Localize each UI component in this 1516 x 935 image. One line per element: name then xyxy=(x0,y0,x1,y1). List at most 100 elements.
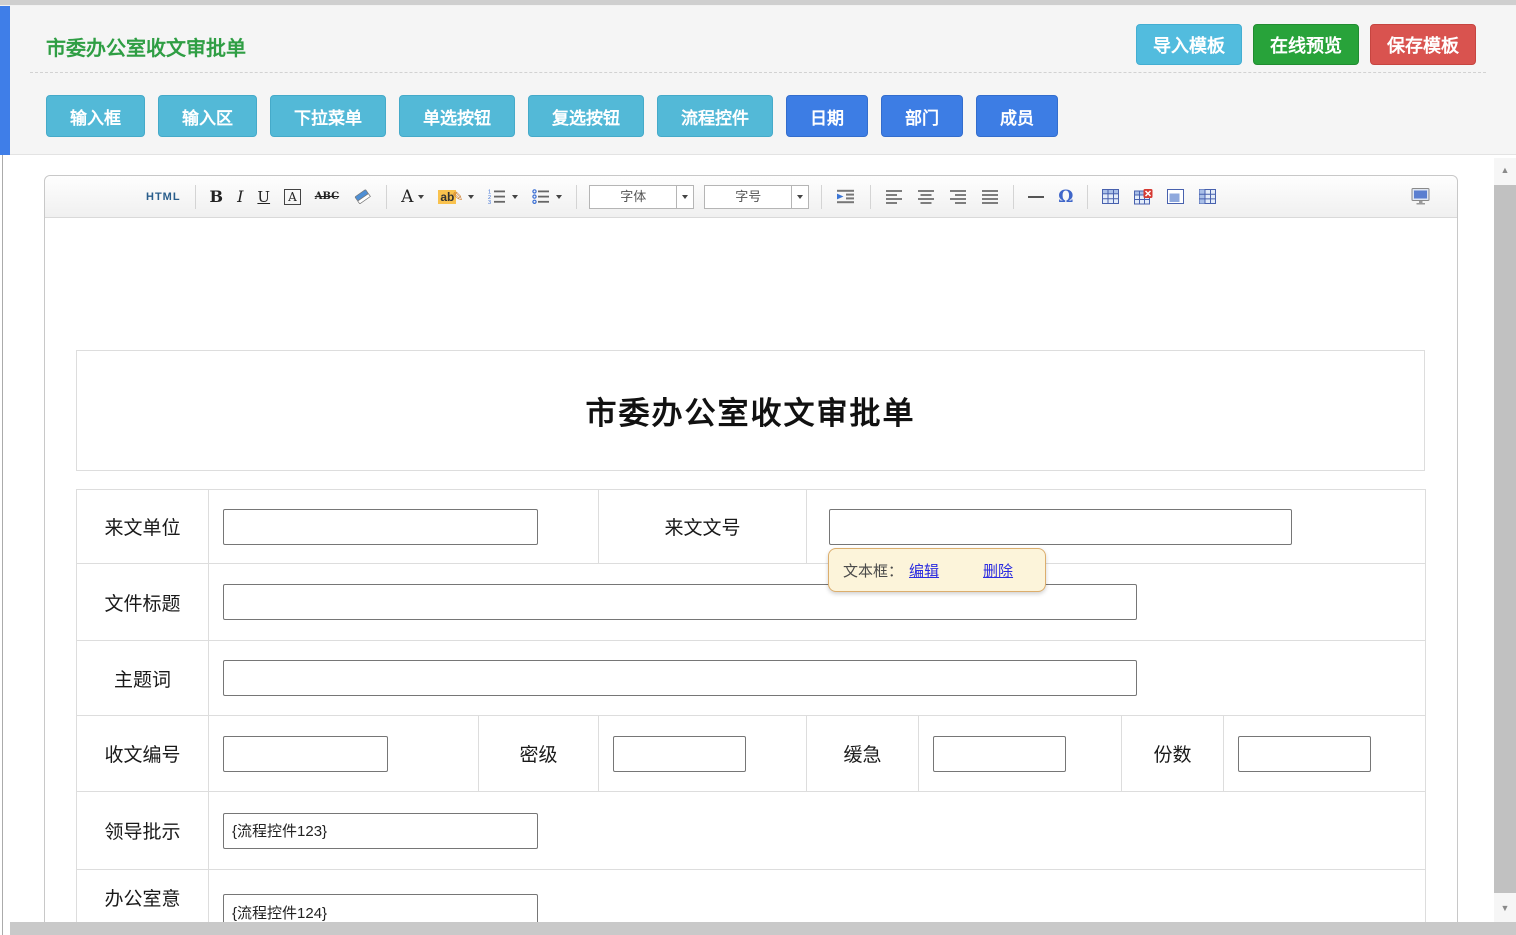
add-input-box-button[interactable]: 输入框 xyxy=(46,95,145,137)
doc-title-label: 文件标题 xyxy=(77,564,209,641)
leader-comment-label: 领导批示 xyxy=(77,792,209,870)
table-row: 办公室意 xyxy=(77,870,1426,923)
toolbar-separator xyxy=(195,185,196,209)
add-department-button[interactable]: 部门 xyxy=(881,95,963,137)
subject-input[interactable] xyxy=(223,660,1137,696)
char-border-button[interactable]: A xyxy=(280,183,305,211)
doc-number-input[interactable] xyxy=(829,509,1292,545)
monitor-icon xyxy=(1410,188,1432,205)
horizontal-rule-icon xyxy=(1028,196,1044,198)
special-char-button[interactable]: Ω xyxy=(1054,183,1077,211)
save-template-button[interactable]: 保存模板 xyxy=(1370,24,1476,65)
strikethrough-icon: ABC xyxy=(315,191,339,202)
import-template-button[interactable]: 导入模板 xyxy=(1136,24,1242,65)
add-date-button[interactable]: 日期 xyxy=(786,95,868,137)
copies-input[interactable] xyxy=(1238,736,1371,772)
bold-button[interactable]: B xyxy=(206,183,228,211)
toolbar-separator xyxy=(386,185,387,209)
edit-link[interactable]: 编辑 xyxy=(909,560,939,581)
header-actions: 导入模板 在线预览 保存模板 xyxy=(1136,24,1476,65)
add-textarea-button[interactable]: 输入区 xyxy=(158,95,257,137)
header-divider xyxy=(30,72,1486,73)
tooltip-label: 文本框： xyxy=(843,560,903,581)
add-dropdown-button[interactable]: 下拉菜单 xyxy=(270,95,386,137)
toolbar-separator xyxy=(576,185,577,209)
dropdown-arrow-icon xyxy=(512,195,518,199)
dropdown-arrow-icon xyxy=(468,195,474,199)
leader-comment-input[interactable] xyxy=(223,813,538,849)
delete-table-icon xyxy=(1134,189,1153,205)
urgency-label: 缓急 xyxy=(807,716,919,792)
underline-button[interactable]: U xyxy=(253,183,274,211)
align-left-button[interactable] xyxy=(881,183,907,211)
add-flow-control-button[interactable]: 流程控件 xyxy=(657,95,773,137)
font-size-arrow-button[interactable] xyxy=(791,186,808,208)
italic-button[interactable]: I xyxy=(233,183,247,211)
app-window: 市委办公室收文审批单 导入模板 在线预览 保存模板 输入框 输入区 下拉菜单 单… xyxy=(0,0,1516,935)
table-row: 主题词 xyxy=(77,641,1426,716)
align-right-button[interactable] xyxy=(945,183,971,211)
secrecy-label: 密级 xyxy=(479,716,599,792)
scroll-down-button[interactable]: ▼ xyxy=(1494,896,1516,920)
field-type-buttons: 输入框 输入区 下拉菜单 单选按钮 复选按钮 流程控件 日期 部门 成员 xyxy=(46,95,1058,137)
insert-table-button[interactable] xyxy=(1098,183,1124,211)
underline-icon: U xyxy=(257,188,270,206)
font-color-button[interactable]: A xyxy=(397,183,428,211)
vertical-scrollbar[interactable]: ▲ ▼ xyxy=(1494,158,1516,922)
toolbar-separator xyxy=(1013,185,1014,209)
align-center-icon xyxy=(917,189,935,204)
toolbar-separator xyxy=(1087,185,1088,209)
page-title: 市委办公室收文审批单 xyxy=(46,32,246,61)
receipt-no-input[interactable] xyxy=(223,736,388,772)
secrecy-input[interactable] xyxy=(613,736,746,772)
indent-icon xyxy=(836,189,856,204)
delete-link[interactable]: 删除 xyxy=(983,560,1013,581)
indent-button[interactable] xyxy=(832,183,860,211)
table-row: 来文单位 来文文号 xyxy=(77,490,1426,564)
svg-text:3: 3 xyxy=(488,200,491,204)
font-size-value: 字号 xyxy=(705,186,791,208)
table-properties-button[interactable] xyxy=(1163,183,1189,211)
font-family-select[interactable]: 字体 xyxy=(589,185,694,209)
unordered-list-button[interactable] xyxy=(528,183,566,211)
online-preview-button[interactable]: 在线预览 xyxy=(1253,24,1359,65)
add-member-button[interactable]: 成员 xyxy=(976,95,1058,137)
ordered-list-button[interactable]: 1 2 3 xyxy=(484,183,522,211)
italic-icon: I xyxy=(237,187,243,206)
editor-toolbar: HTML B I U A ABC A ab✎ xyxy=(45,176,1457,218)
add-radio-button[interactable]: 单选按钮 xyxy=(399,95,515,137)
align-justify-button[interactable] xyxy=(977,183,1003,211)
editor-document[interactable]: 市委办公室收文审批单 来文单位 来文文号 文件标题 xyxy=(45,218,1457,922)
horizontal-rule-button[interactable] xyxy=(1024,183,1048,211)
copies-label: 份数 xyxy=(1122,716,1224,792)
table-row: 领导批示 xyxy=(77,792,1426,870)
strikethrough-button[interactable]: ABC xyxy=(311,183,343,211)
left-blue-strip xyxy=(0,6,10,155)
fullscreen-button[interactable] xyxy=(1406,183,1436,211)
scroll-up-button[interactable]: ▲ xyxy=(1494,158,1516,182)
highlight-color-button[interactable]: ab✎ xyxy=(434,183,478,211)
cell-properties-button[interactable] xyxy=(1195,183,1221,211)
html-source-button[interactable]: HTML xyxy=(142,183,185,211)
delete-table-button[interactable] xyxy=(1130,183,1157,211)
ordered-list-icon: 1 2 3 xyxy=(488,189,507,204)
cell-properties-icon xyxy=(1199,189,1217,205)
editor-area: HTML B I U A ABC A ab✎ xyxy=(10,155,1494,922)
unordered-list-icon xyxy=(532,189,551,204)
align-center-button[interactable] xyxy=(913,183,939,211)
remove-format-button[interactable] xyxy=(349,183,376,211)
add-checkbox-button[interactable]: 复选按钮 xyxy=(528,95,644,137)
form-title-box: 市委办公室收文审批单 xyxy=(76,350,1425,471)
dropdown-arrow-icon xyxy=(797,195,803,199)
dropdown-arrow-icon xyxy=(556,195,562,199)
font-family-arrow-button[interactable] xyxy=(676,186,693,208)
insert-table-icon xyxy=(1102,189,1120,205)
urgency-input[interactable] xyxy=(933,736,1066,772)
scrollbar-thumb[interactable] xyxy=(1494,185,1516,893)
table-row: 文件标题 xyxy=(77,564,1426,641)
form-table: 来文单位 来文文号 文件标题 主题词 收文编号 xyxy=(76,489,1426,922)
source-unit-input[interactable] xyxy=(223,509,538,545)
font-size-select[interactable]: 字号 xyxy=(704,185,809,209)
office-opinion-input[interactable] xyxy=(223,894,538,922)
subject-label: 主题词 xyxy=(77,641,209,716)
